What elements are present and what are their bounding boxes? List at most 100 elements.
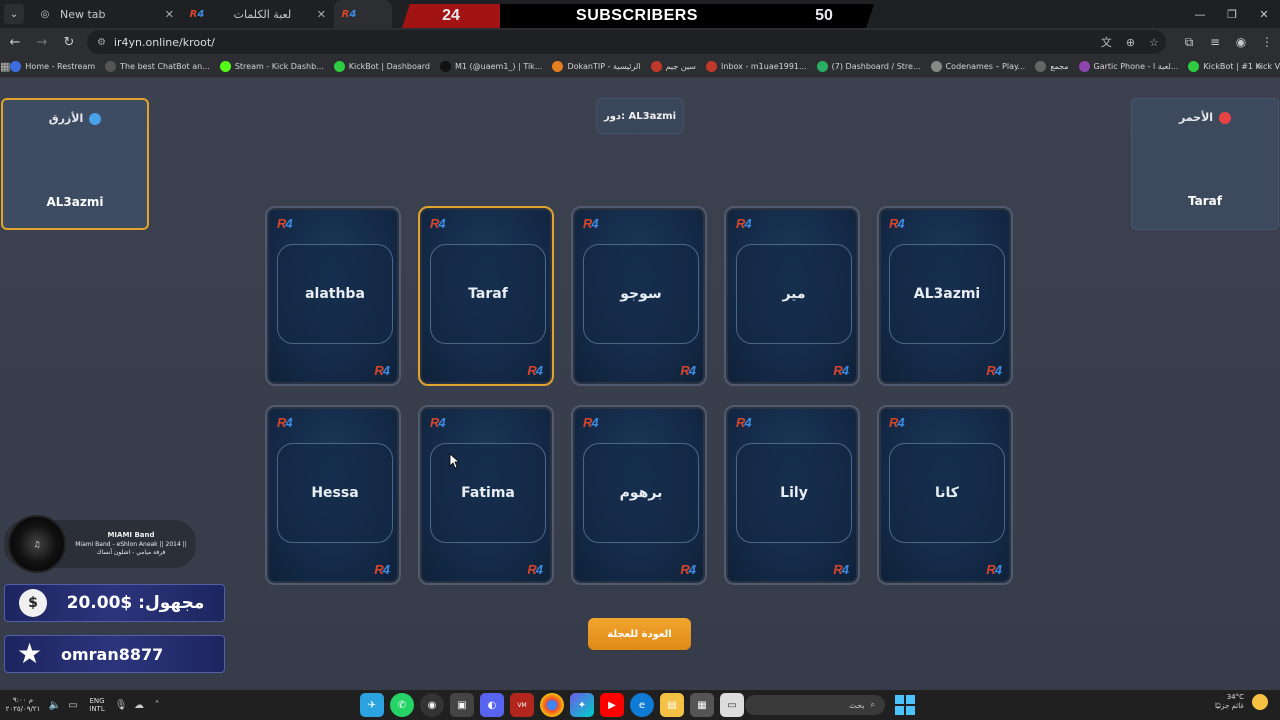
star-icon: ★ [17,637,43,670]
extensions-icon[interactable]: ⧉ [1176,35,1202,50]
bookmark-item[interactable]: Stream - Kick Dashb... [219,61,324,72]
network-icon[interactable]: ▭ [64,700,82,711]
back-arrow-icon[interactable]: ← [3,30,27,54]
player-card[interactable]: R4 R4 مير [724,206,860,386]
card-logo-digit: 4 [994,363,1002,378]
blue-team-header: الأزرق [48,112,102,125]
bookmark-favicon-icon [333,61,345,72]
bookmark-label: (7) Dashboard / Stre... [831,62,921,71]
playlist-icon[interactable]: ≡ [1202,35,1228,49]
search-placeholder: بحث [849,700,865,710]
bookmark-favicon-icon [552,61,564,72]
player-card[interactable]: R4 R4 alathba [265,206,401,386]
tab-new-tab[interactable]: ◎ New tab ✕ [30,0,182,28]
profile-avatar[interactable]: ◉ [1228,35,1254,49]
search-icon: ⌕ [870,700,875,709]
bookmark-item[interactable]: مجمع [1035,61,1069,72]
song-subtitle-arabic: فرقة ميامي - اشلون أنساك [96,548,166,556]
card-logo-letter: R [833,562,842,577]
start-button-icon[interactable] [895,695,915,715]
back-to-wheel-button[interactable]: العودة للعجلة [588,618,691,650]
tab-title: New tab [60,7,106,21]
bookmark-item[interactable]: The best ChatBot an... [105,61,210,72]
youtube-icon[interactable]: ▶ [600,693,624,717]
player-card[interactable]: R4 R4 Taraf [418,206,554,386]
whatsapp-icon[interactable]: ✆ [390,693,414,717]
player-card[interactable]: R4 R4 Hessa [265,405,401,585]
forward-arrow-icon[interactable]: → [30,30,54,54]
voicemeeter-icon[interactable]: VM [510,693,534,717]
weather-widget[interactable]: 34°C غائم جزئيًا [1215,693,1268,711]
file-explorer-icon[interactable]: ▤ [660,693,684,717]
bookmark-item[interactable]: Home - Restream [10,61,95,72]
bookmark-item[interactable]: DokanTIP - الرئيسية [552,61,641,72]
card-logo-icon: R4 [833,562,849,577]
bookmark-item[interactable]: Codenames – Play... [930,61,1025,72]
bookmark-item[interactable]: KickBot | #1 Kick Vie... [1188,61,1280,72]
translate-icon[interactable]: 文 [1101,34,1112,50]
notepad-icon[interactable]: ▭ [720,693,744,717]
bookmark-item[interactable]: سين جيم [650,61,696,72]
bookmark-item[interactable]: (7) Dashboard / Stre... [816,61,921,72]
url-text[interactable]: ir4yn.online/kroot/ [114,36,1094,49]
taskbar-search[interactable]: بحث ⌕ [745,695,885,715]
r4-logo-icon: R4 [189,8,205,20]
bookmark-item[interactable]: KickBot | Dashboard [333,61,430,72]
player-card[interactable]: R4 R4 Lily [724,405,860,585]
player-card[interactable]: R4 R4 سوجو [571,206,707,386]
player-card[interactable]: R4 R4 برهوم [571,405,707,585]
bookmark-item[interactable]: M1 (@uaem1_) | Tik... [439,61,542,72]
minimize-icon[interactable]: — [1184,0,1216,28]
chrome-taskbar-icon[interactable] [540,693,564,717]
obs-icon[interactable]: ◉ [420,693,444,717]
microphone-icon[interactable]: 🎙 [112,700,130,711]
site-info-icon[interactable]: ⚙ [97,37,106,48]
volume-icon[interactable]: 🔈 [46,700,64,711]
copilot-icon[interactable]: ✦ [570,693,594,717]
discord-icon[interactable]: ◐ [480,693,504,717]
bookmark-star-icon[interactable]: ☆ [1149,36,1159,49]
bookmarks-overflow-icon[interactable]: » [1256,61,1262,72]
bookmark-item[interactable]: Gartic Phone - لعبة ا... [1078,61,1178,72]
apps-grid-icon[interactable]: ▦ [0,60,10,73]
tab-active[interactable]: R4 [334,0,392,28]
close-window-icon[interactable]: ✕ [1248,0,1280,28]
clock[interactable]: م ٩:٠٠ ٢٠٢٥/٠٩/٢١ [0,696,46,714]
blue-team-name: الأزرق [48,112,84,125]
language-indicator[interactable]: ENG INTL [82,697,112,714]
cloud-icon[interactable]: ☁ [130,700,148,711]
player-card[interactable]: R4 R4 AL3azmi [877,206,1013,386]
camera-app-icon[interactable]: ▣ [450,693,474,717]
close-icon[interactable]: ✕ [317,8,326,21]
donation-value: مجهول: $20.00 [66,593,205,613]
omnibox[interactable]: ⚙ ir4yn.online/kroot/ 文 ⊕ ☆ [86,30,1167,54]
bookmark-favicon-icon [105,61,117,72]
bookmark-favicon-icon [706,61,718,72]
window-controls: — ❐ ✕ [1184,0,1280,28]
store-icon[interactable]: ▦ [690,693,714,717]
bookmark-item[interactable]: Inbox - m1uae1991... [706,61,807,72]
player-card[interactable]: R4 R4 كانا [877,405,1013,585]
card-logo-digit: 4 [285,216,292,231]
mouse-cursor-icon [449,453,459,469]
clock-time: م ٩:٠٠ [12,695,34,704]
bookmark-favicon-icon [439,61,451,72]
player-card[interactable]: R4 R4 Fatima [418,405,554,585]
subscriber-goal-banner: 24 SUBSCRIBERS 50 [402,4,874,28]
reload-icon[interactable]: ↻ [57,30,81,54]
card-logo-icon: R4 [374,363,390,378]
zoom-icon[interactable]: ⊕ [1126,36,1135,49]
chevron-up-icon[interactable]: ˄ [148,700,166,711]
tab-search-button[interactable]: ⌄ [4,4,24,24]
card-logo-digit: 4 [438,415,445,430]
telegram-icon[interactable]: ✈ [360,693,384,717]
close-icon[interactable]: ✕ [165,8,174,21]
card-logo-icon: R4 [680,562,696,577]
maximize-icon[interactable]: ❐ [1216,0,1248,28]
windows-taskbar: م ٩:٠٠ ٢٠٢٥/٠٩/٢١ 🔈 ▭ ENG INTL 🎙 ☁ ˄ ✈ ✆… [0,690,1280,720]
weather-temp: 34°C [1226,693,1244,701]
card-logo-icon: R4 [430,415,446,430]
menu-dots-icon[interactable]: ⋮ [1254,35,1280,49]
tab-word-game[interactable]: R4 لعبة الكلمات ✕ [182,0,334,28]
edge-icon[interactable]: e [630,693,654,717]
